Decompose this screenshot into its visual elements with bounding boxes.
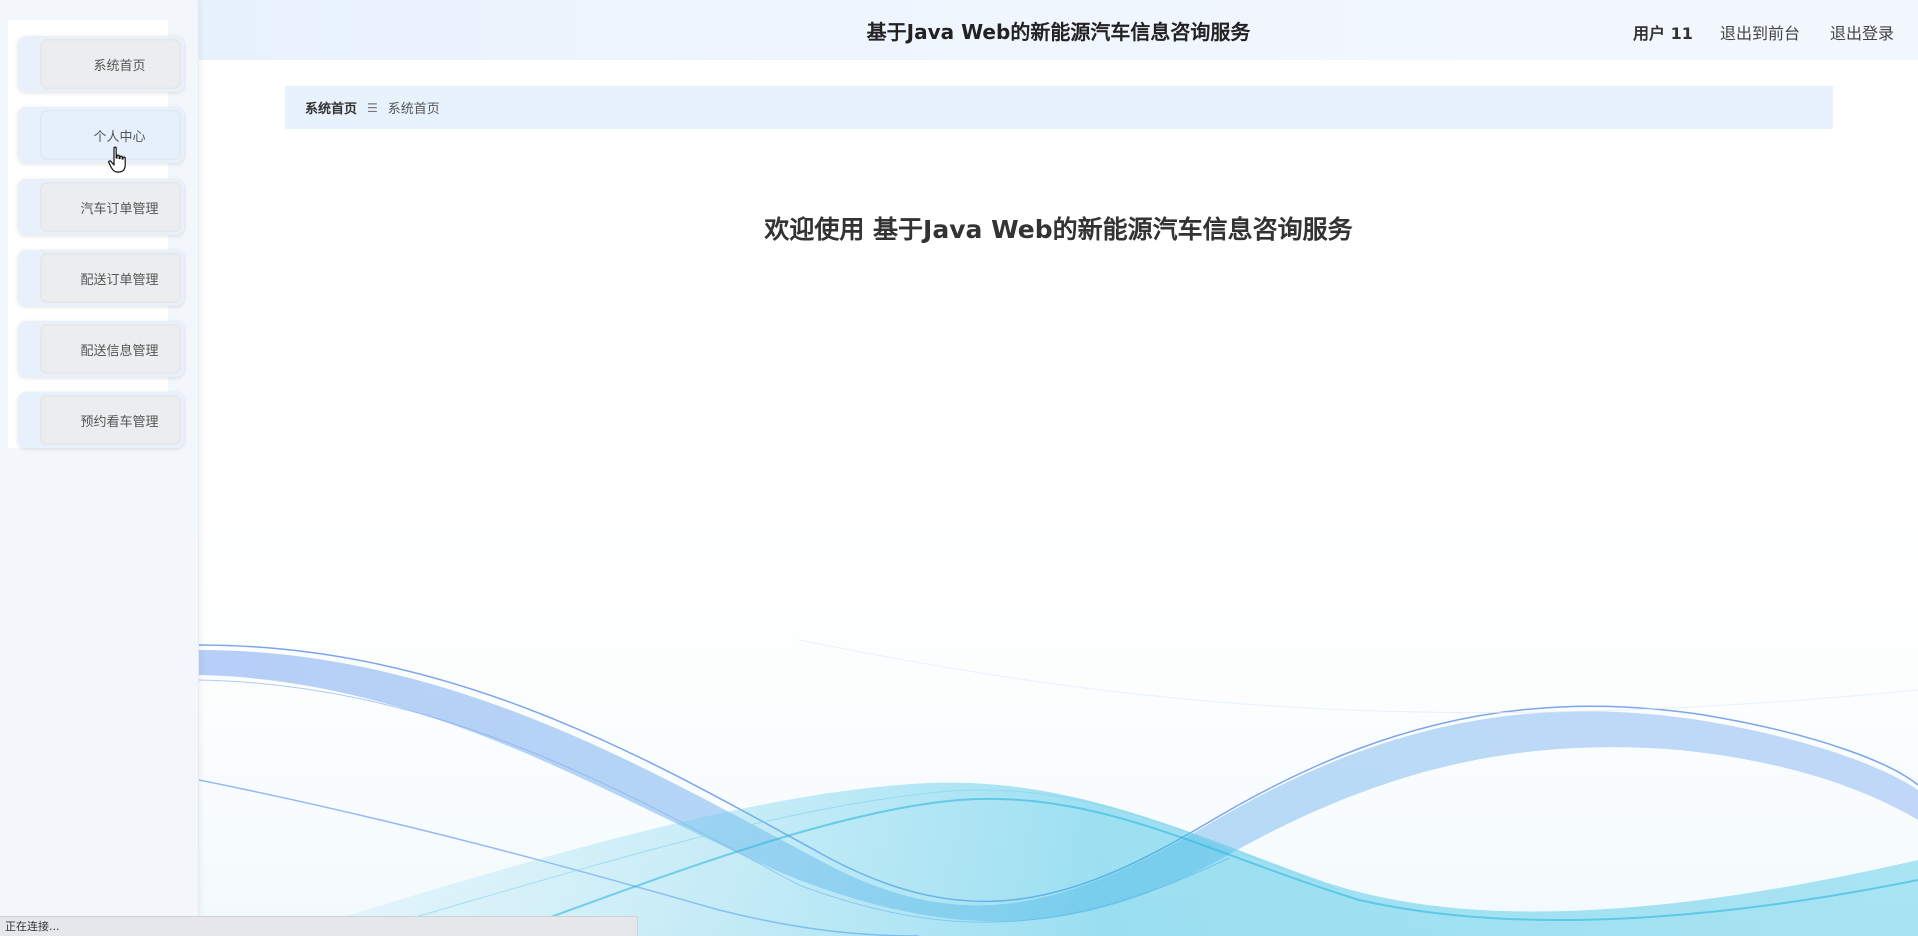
app-root: 系统首页 个人中心 汽车订单管理 配送订单管理 配送信息管理 预约看车管理 基于… xyxy=(0,0,1918,936)
sidebar-item-delivery-info[interactable]: 配送信息管理 xyxy=(18,321,184,377)
user-name-link[interactable]: 用户 11 xyxy=(1633,20,1693,44)
sidebar-item-personal-center[interactable]: 个人中心 xyxy=(18,107,184,163)
browser-status-bar: 正在连接... xyxy=(0,916,638,936)
sidebar-item-delivery-orders[interactable]: 配送订单管理 xyxy=(18,250,184,306)
back-to-front-link[interactable]: 退出到前台 xyxy=(1720,20,1800,44)
sidebar-item-label: 预约看车管理 xyxy=(80,414,159,430)
mouse-cursor-icon xyxy=(108,146,126,173)
menu-icon: ☰ xyxy=(367,100,378,115)
sidebar-item-label: 配送订单管理 xyxy=(80,272,159,288)
sidebar-item-label: 配送信息管理 xyxy=(80,343,159,359)
breadcrumb: 系统首页 ☰ 系统首页 xyxy=(285,86,1833,129)
sidebar-item-label: 汽车订单管理 xyxy=(80,201,159,217)
breadcrumb-current: 系统首页 xyxy=(387,102,440,117)
logout-link[interactable]: 退出登录 xyxy=(1830,20,1894,44)
sidebar-item-car-orders[interactable]: 汽车订单管理 xyxy=(18,179,184,235)
top-header: 基于Java Web的新能源汽车信息咨询服务 用户 11 退出到前台 退出登录 xyxy=(199,0,1918,60)
sidebar: 系统首页 个人中心 汽车订单管理 配送订单管理 配送信息管理 预约看车管理 xyxy=(0,0,199,936)
sidebar-item-label: 系统首页 xyxy=(93,58,146,74)
sidebar-item-home[interactable]: 系统首页 xyxy=(18,36,184,92)
sidebar-item-label: 个人中心 xyxy=(93,129,146,145)
breadcrumb-home-link[interactable]: 系统首页 xyxy=(305,98,357,117)
background-waves xyxy=(199,440,1918,936)
welcome-heading: 欢迎使用 基于Java Web的新能源汽车信息咨询服务 xyxy=(764,215,1353,244)
sidebar-item-viewing-appointments[interactable]: 预约看车管理 xyxy=(18,392,184,448)
